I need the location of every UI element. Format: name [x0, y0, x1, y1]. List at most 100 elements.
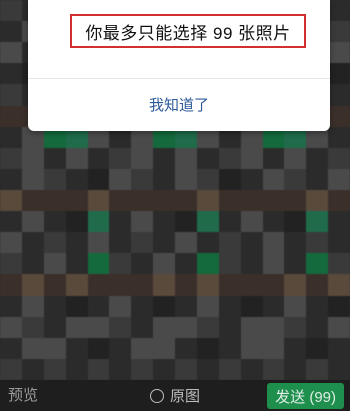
photo-thumbnail-tile: [328, 84, 350, 106]
photo-thumbnail-tile: [175, 274, 197, 296]
photo-thumbnail-tile: [262, 168, 285, 190]
photo-thumbnail-tile: [65, 253, 88, 275]
photo-thumbnail-tile: [306, 337, 329, 359]
photo-thumbnail-tile: [65, 168, 88, 190]
photo-thumbnail-tile: [196, 189, 219, 212]
photo-thumbnail-tile: [131, 211, 154, 233]
photo-thumbnail-tile: [175, 358, 197, 380]
photo-thumbnail-tile: [262, 211, 285, 233]
photo-thumbnail-tile: [218, 295, 241, 317]
photo-thumbnail-tile: [306, 189, 329, 212]
photo-thumbnail-tile: [153, 211, 175, 233]
radio-circle-icon[interactable]: [150, 388, 164, 403]
photo-thumbnail-tile: [328, 42, 350, 64]
photo-thumbnail-tile: [131, 295, 154, 317]
photo-thumbnail-tile: [218, 232, 241, 254]
photo-thumbnail-tile: [21, 358, 44, 380]
photo-thumbnail-tile: [218, 358, 241, 380]
photo-thumbnail-tile: [153, 337, 175, 359]
photo-thumbnail-tile: [0, 232, 22, 254]
photo-thumbnail-tile: [153, 168, 175, 190]
photo-thumbnail-tile: [131, 358, 154, 380]
photo-thumbnail-tile: [21, 232, 44, 254]
photo-thumbnail-tile: [306, 316, 329, 338]
photo-thumbnail-tile: [109, 274, 132, 296]
photo-thumbnail-tile: [87, 147, 110, 169]
photo-thumbnail-tile: [0, 42, 22, 64]
original-image-toggle[interactable]: 原图: [150, 380, 200, 411]
photo-thumbnail-tile: [196, 274, 219, 296]
photo-thumbnail-tile: [43, 147, 66, 169]
photo-thumbnail-tile: [87, 232, 110, 254]
photo-thumbnail-tile: [328, 63, 350, 85]
photo-thumbnail-tile: [328, 316, 350, 338]
photo-thumbnail-tile: [43, 211, 66, 233]
photo-thumbnail-tile: [284, 168, 307, 190]
photo-thumbnail-tile: [87, 253, 110, 275]
photo-thumbnail-tile: [240, 337, 263, 359]
photo-thumbnail-tile: [131, 337, 154, 359]
photo-thumbnail-tile: [328, 147, 350, 169]
photo-thumbnail-tile: [0, 316, 22, 338]
photo-thumbnail-tile: [196, 232, 219, 254]
photo-thumbnail-tile: [306, 168, 329, 190]
photo-thumbnail-tile: [131, 253, 154, 275]
photo-thumbnail-tile: [328, 295, 350, 317]
photo-thumbnail-tile: [328, 232, 350, 254]
photo-thumbnail-tile: [131, 232, 154, 254]
photo-thumbnail-tile: [306, 295, 329, 317]
photo-thumbnail-tile: [328, 0, 350, 22]
photo-thumbnail-tile: [175, 211, 197, 233]
photo-thumbnail-tile: [328, 105, 350, 127]
photo-thumbnail-tile: [240, 232, 263, 254]
photo-thumbnail-tile: [284, 337, 307, 359]
photo-thumbnail-tile: [284, 316, 307, 338]
photo-thumbnail-tile: [109, 232, 132, 254]
photo-thumbnail-tile: [65, 358, 88, 380]
photo-thumbnail-tile: [109, 168, 132, 190]
photo-thumbnail-tile: [196, 147, 219, 169]
photo-thumbnail-tile: [175, 189, 197, 212]
photo-thumbnail-tile: [153, 316, 175, 338]
photo-thumbnail-tile: [65, 147, 88, 169]
send-button[interactable]: 发送 (99): [267, 383, 344, 409]
photo-thumbnail-tile: [218, 147, 241, 169]
photo-thumbnail-tile: [0, 168, 22, 190]
photo-thumbnail-tile: [284, 358, 307, 380]
photo-thumbnail-tile: [65, 274, 88, 296]
photo-thumbnail-tile: [284, 274, 307, 296]
photo-thumbnail-tile: [153, 295, 175, 317]
photo-thumbnail-tile: [328, 358, 350, 380]
photo-thumbnail-tile: [262, 147, 285, 169]
photo-thumbnail-tile: [0, 274, 22, 296]
photo-thumbnail-tile: [43, 253, 66, 275]
photo-thumbnail-tile: [218, 253, 241, 275]
photo-thumbnail-tile: [43, 274, 66, 296]
photo-thumbnail-tile: [328, 189, 350, 212]
photo-thumbnail-tile: [175, 316, 197, 338]
dialog-message: 你最多只能选择 99 张照片: [70, 14, 306, 48]
photo-thumbnail-tile: [153, 189, 175, 212]
photo-thumbnail-tile: [0, 147, 22, 169]
photo-thumbnail-tile: [65, 232, 88, 254]
photo-thumbnail-tile: [328, 211, 350, 233]
photo-thumbnail-tile: [0, 253, 22, 275]
photo-thumbnail-tile: [87, 274, 110, 296]
photo-thumbnail-tile: [0, 358, 22, 380]
photo-thumbnail-tile: [109, 147, 132, 169]
photo-thumbnail-tile: [0, 21, 22, 43]
photo-thumbnail-tile: [153, 253, 175, 275]
preview-button[interactable]: 预览: [8, 380, 38, 411]
photo-thumbnail-tile: [109, 358, 132, 380]
photo-thumbnail-tile: [262, 232, 285, 254]
photo-thumbnail-tile: [109, 189, 132, 212]
photo-thumbnail-tile: [0, 63, 22, 85]
photo-thumbnail-tile: [175, 232, 197, 254]
photo-thumbnail-tile: [131, 189, 154, 212]
photo-thumbnail-tile: [0, 0, 22, 22]
photo-thumbnail-tile: [153, 147, 175, 169]
photo-thumbnail-tile: [306, 358, 329, 380]
acknowledge-button[interactable]: 我知道了: [28, 80, 330, 128]
photo-thumbnail-tile: [109, 211, 132, 233]
photo-thumbnail-tile: [0, 189, 22, 212]
